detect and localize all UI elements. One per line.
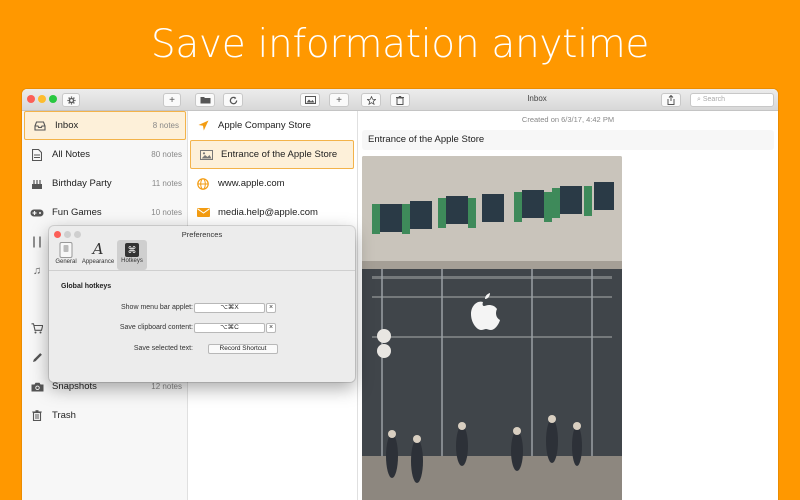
note-item-label: Apple Company Store	[218, 120, 311, 131]
sidebar-item-label: Inbox	[55, 120, 79, 131]
note-image	[362, 156, 622, 500]
font-a-icon: A	[92, 240, 104, 258]
envelope-icon	[196, 206, 210, 220]
gamepad-icon	[30, 206, 44, 220]
record-shortcut-button[interactable]: Record Shortcut	[208, 344, 278, 354]
trash-icon	[396, 95, 404, 105]
close-window-button[interactable]	[27, 95, 35, 103]
sidebar-item-count: 12 notes	[151, 382, 182, 391]
image-icon	[304, 96, 316, 104]
note-item-label: media.help@apple.com	[218, 207, 318, 218]
share-button[interactable]	[661, 93, 681, 107]
camera-icon	[30, 380, 44, 394]
cart-icon	[30, 322, 44, 336]
clear-hotkey-button[interactable]: ×	[266, 303, 276, 313]
zoom-window-button[interactable]	[49, 95, 57, 103]
window-title: Inbox	[527, 94, 547, 103]
gear-icon	[66, 95, 76, 105]
share-icon	[667, 95, 675, 105]
note-item-apple-company-store[interactable]: Apple Company Store	[188, 111, 358, 140]
prefs-toolbar: General A Appearance ⌘ Hotkeys	[49, 240, 355, 271]
star-icon	[366, 95, 376, 105]
note-item-entrance[interactable]: Entrance of the Apple Store	[190, 140, 354, 169]
tab-label: General	[55, 259, 77, 265]
sync-button[interactable]	[223, 93, 243, 107]
sidebar-item-label: Trash	[52, 410, 76, 421]
hotkey-field-clipboard[interactable]: ⌥⌘C	[194, 323, 265, 333]
minimize-window-button[interactable]	[38, 95, 46, 103]
sidebar-item-fun-games[interactable]: Fun Games 10 notes	[22, 198, 188, 227]
sidebar-item-count: 8 notes	[152, 121, 179, 130]
favorite-button[interactable]	[361, 93, 381, 107]
settings-button[interactable]	[62, 93, 80, 107]
sidebar-item-inbox[interactable]: Inbox 8 notes	[24, 111, 186, 140]
sidebar-item-label: All Notes	[52, 149, 91, 160]
sidebar-item-label: Fun Games	[52, 207, 102, 218]
sidebar-item-all-notes[interactable]: All Notes 80 notes	[22, 140, 188, 169]
search-placeholder: Search	[702, 96, 726, 103]
created-date: Created on 6/3/17, 4:42 PM	[521, 115, 615, 124]
toolbar: + + Inbox ⌕ Search	[22, 89, 778, 111]
image-icon	[199, 148, 213, 162]
sidebar-item-label: Birthday Party	[52, 178, 112, 189]
command-key-icon: ⌘	[125, 243, 139, 257]
headline: Save information anytime	[150, 22, 650, 67]
note-title-field[interactable]: Entrance of the Apple Store	[362, 130, 774, 150]
hotkey-label-selected-text: Save selected text:	[133, 345, 193, 352]
delete-button[interactable]	[390, 93, 410, 107]
prefs-title: Preferences	[181, 230, 223, 239]
tab-general[interactable]: General	[51, 240, 81, 270]
location-arrow-icon	[196, 119, 210, 133]
clear-hotkey-button[interactable]: ×	[266, 323, 276, 333]
tab-label: Appearance	[81, 259, 115, 265]
document-icon	[30, 148, 44, 162]
globe-icon	[196, 177, 210, 191]
tray-icon	[33, 119, 47, 133]
utensils-icon	[30, 235, 44, 249]
sidebar-item-count: 10 notes	[151, 208, 182, 217]
search-input[interactable]: ⌕ Search	[690, 93, 774, 107]
search-icon: ⌕	[697, 96, 701, 103]
sidebar-item-birthday-party[interactable]: Birthday Party 11 notes	[22, 169, 188, 198]
apple-store-photo	[362, 156, 622, 500]
preferences-window: Preferences General A Appearance ⌘ Hotke…	[49, 226, 355, 382]
hotkey-label-menu-bar: Show menu bar applet:	[121, 304, 193, 311]
sidebar-item-count: 11 notes	[151, 179, 182, 188]
sidebar-item-count: 80 notes	[151, 150, 182, 159]
add-note-button[interactable]: +	[329, 93, 349, 107]
insert-image-button[interactable]	[300, 93, 320, 107]
hotkey-field-menu-bar[interactable]: ⌥⌘X	[194, 303, 265, 313]
hotkeys-section-title: Global hotkeys	[61, 283, 112, 290]
folder-icon	[200, 97, 210, 104]
plus-icon: +	[336, 94, 342, 106]
switch-icon	[59, 242, 73, 258]
tab-appearance[interactable]: A Appearance	[81, 240, 115, 270]
tab-hotkeys[interactable]: ⌘ Hotkeys	[117, 240, 147, 270]
pencil-icon	[30, 351, 44, 365]
plus-icon: +	[169, 94, 175, 106]
tab-label: Hotkeys	[121, 258, 143, 264]
trash-icon	[30, 409, 44, 423]
note-item-label: www.apple.com	[218, 178, 285, 189]
refresh-icon	[229, 96, 237, 104]
music-note-icon: ♫	[32, 264, 42, 277]
note-item-website[interactable]: www.apple.com	[188, 169, 358, 198]
note-item-email[interactable]: media.help@apple.com	[188, 198, 358, 227]
sidebar-item-trash[interactable]: Trash	[22, 401, 188, 430]
cake-icon	[30, 177, 44, 191]
add-notebook-button[interactable]: +	[163, 93, 181, 107]
folder-button[interactable]	[195, 93, 215, 107]
note-item-label: Entrance of the Apple Store	[221, 149, 338, 160]
sidebar-item-label: Snapshots	[52, 381, 97, 392]
hotkey-label-clipboard: Save clipboard content:	[119, 324, 193, 331]
